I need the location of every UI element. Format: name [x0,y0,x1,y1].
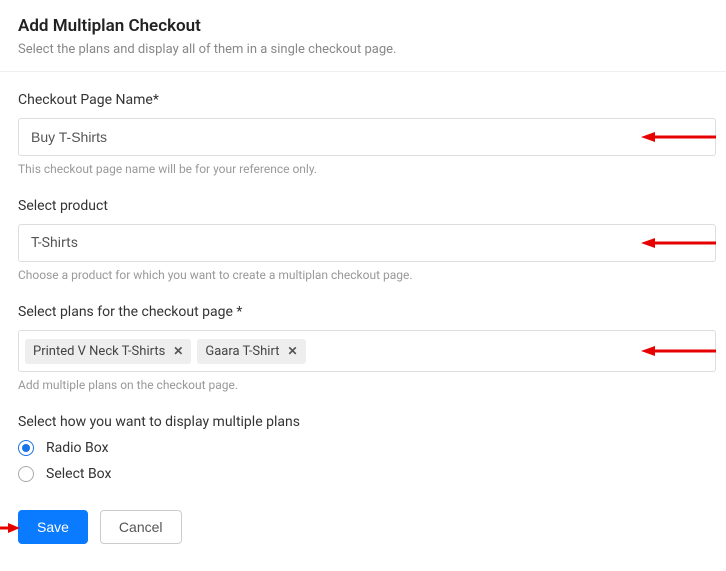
plan-tag: Printed V Neck T-Shirts ✕ [25,339,191,364]
header-divider [0,71,726,72]
plans-section: Select plans for the checkout page * Pri… [18,304,726,392]
display-mode-radio-group: Radio Box Select Box [18,440,726,482]
plan-tag-label: Gaara T-Shirt [205,344,279,359]
plans-label: Select plans for the checkout page * [18,304,726,320]
page-name-input[interactable] [18,118,716,156]
radio-label: Radio Box [46,440,109,456]
plan-tag-label: Printed V Neck T-Shirts [33,344,165,359]
cancel-button[interactable]: Cancel [100,510,182,544]
product-label: Select product [18,198,726,214]
plans-helper: Add multiple plans on the checkout page. [18,378,726,392]
product-select[interactable]: T-Shirts [18,224,716,262]
close-icon[interactable]: ✕ [287,344,297,358]
display-mode-section: Select how you want to display multiple … [18,414,726,482]
close-icon[interactable]: ✕ [173,344,183,358]
save-button[interactable]: Save [18,510,88,544]
display-mode-label: Select how you want to display multiple … [18,414,726,430]
button-row: Save Cancel [18,510,726,544]
radio-icon[interactable] [18,440,34,456]
radio-icon[interactable] [18,466,34,482]
page-name-label: Checkout Page Name* [18,92,726,108]
radio-option-radio-box[interactable]: Radio Box [18,440,726,456]
annotation-arrow-icon [0,520,20,536]
product-helper: Choose a product for which you want to c… [18,268,726,282]
page-name-section: Checkout Page Name* This checkout page n… [18,92,726,176]
radio-label: Select Box [46,466,111,482]
page-title: Add Multiplan Checkout [18,16,726,36]
radio-option-select-box[interactable]: Select Box [18,466,726,482]
plans-tag-input[interactable]: Printed V Neck T-Shirts ✕ Gaara T-Shirt … [18,330,716,372]
page-name-helper: This checkout page name will be for your… [18,162,726,176]
page-subtitle: Select the plans and display all of them… [18,42,726,57]
product-section: Select product T-Shirts Choose a product… [18,198,726,282]
plan-tag: Gaara T-Shirt ✕ [197,339,305,364]
